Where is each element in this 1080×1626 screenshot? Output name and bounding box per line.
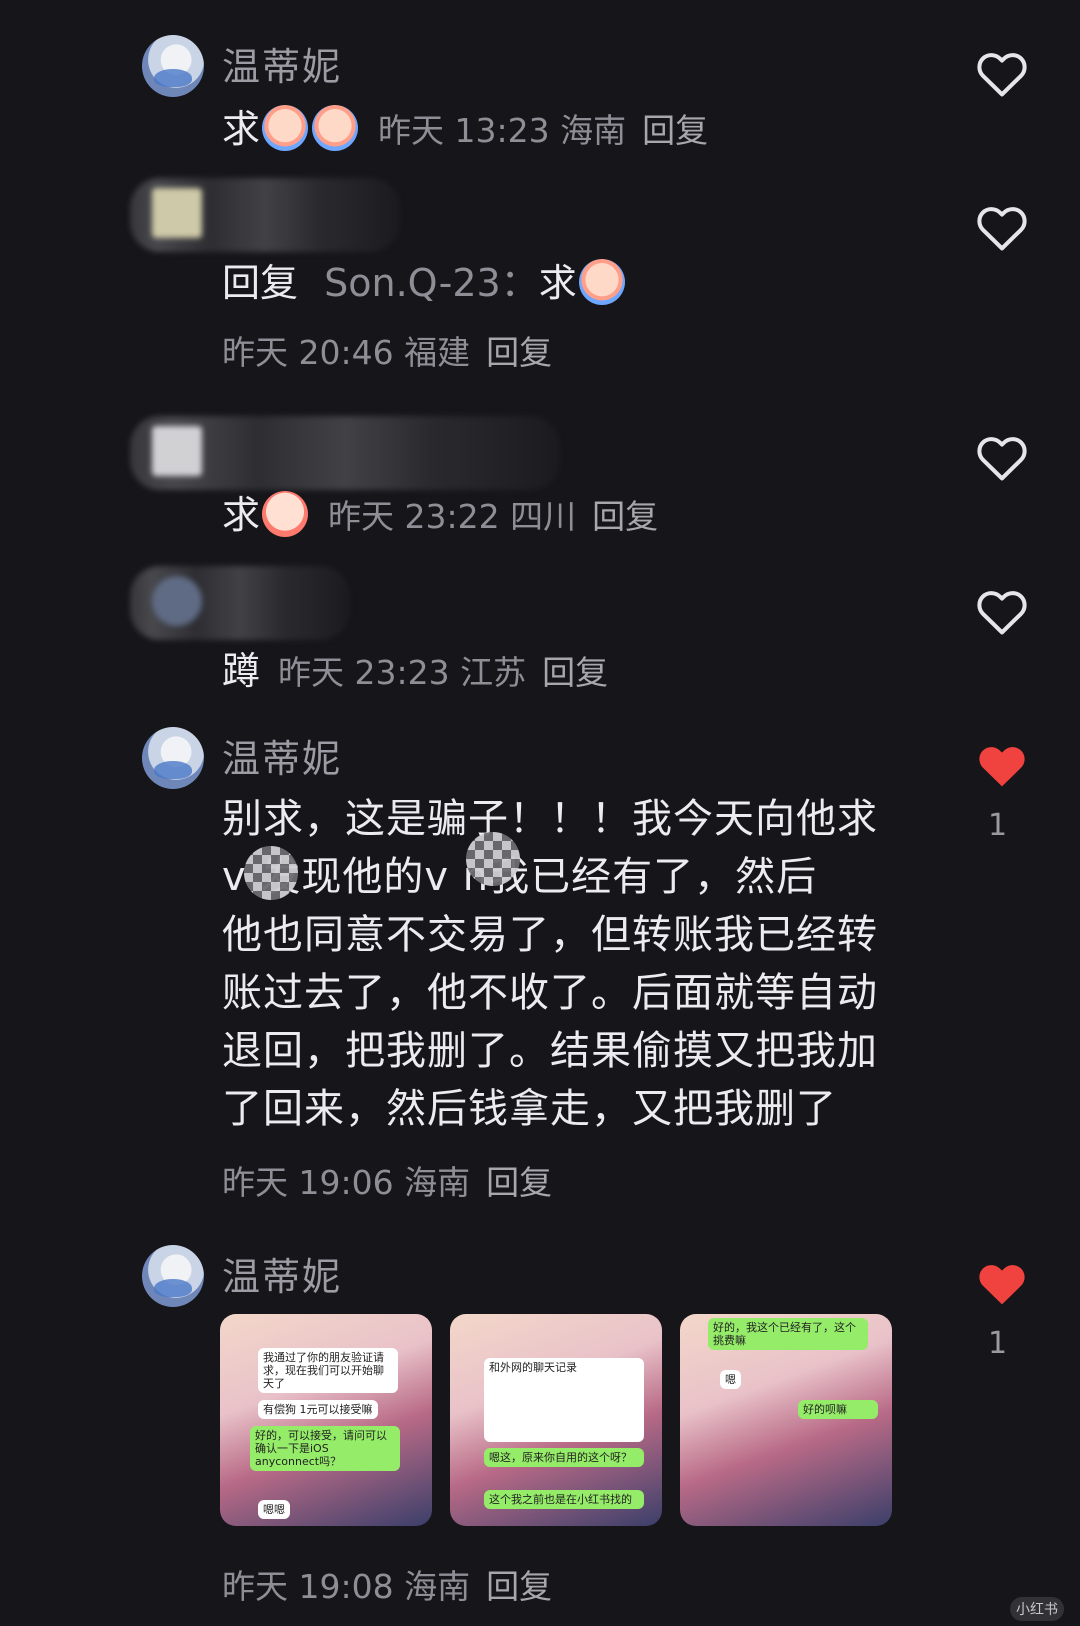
- chat-bubble: 好的，可以接受，请问可以确认一下是iOS anyconnect吗？: [250, 1426, 400, 1471]
- avatar[interactable]: [142, 1245, 204, 1307]
- location: 海南: [560, 111, 627, 150]
- chat-bubble: 和外网的聊天记录: [484, 1358, 644, 1442]
- chat-bubble: 嗯: [720, 1370, 741, 1389]
- chat-bubble: 这个我之前也是在小红书找的: [484, 1490, 644, 1509]
- comment-body: 求: [222, 107, 261, 151]
- comment-line: 了回来，然后钱拿走，又把我删了: [222, 1086, 837, 1132]
- username[interactable]: 温蒂妮: [222, 728, 342, 783]
- heart-filled-icon[interactable]: [975, 740, 1029, 790]
- chat-bubble: 好的呗嘛: [798, 1400, 878, 1419]
- comment-body: 别求，这是骗子！！！我今天向他求 v 发现他的v n我已经有了，然后 他也同意不…: [222, 790, 912, 1138]
- comment-text: 蹲昨天 23:23 江苏 回复: [222, 640, 608, 695]
- location: 江苏: [460, 653, 527, 692]
- watermark: 小红书: [1010, 1597, 1064, 1621]
- chat-bubble: 嗯嗯: [258, 1500, 290, 1519]
- crying-emoji-icon: [578, 258, 625, 305]
- comment-body: 蹲: [222, 649, 261, 693]
- comment-body: 求: [538, 261, 577, 305]
- location: 福建: [404, 333, 471, 372]
- comment-line: 他也同意不交易了，但转账我已经转: [222, 912, 878, 958]
- timestamp: 昨天 19:06: [222, 1163, 394, 1202]
- blurred-user-info: [130, 416, 560, 490]
- username[interactable]: 温蒂妮: [222, 1246, 342, 1301]
- reply-prefix: 回复: [222, 261, 299, 305]
- comment-line: 别求，这是骗子！！！我今天向他求: [222, 796, 878, 842]
- comment-text: 回复 Son.Q-23：求: [222, 252, 627, 309]
- comment-text: 求 昨天 13:23 海南 回复: [222, 98, 708, 155]
- heart-filled-icon[interactable]: [975, 1258, 1029, 1308]
- blurred-user-info: [130, 178, 400, 252]
- like-count: 1: [988, 1326, 1008, 1361]
- comment-meta: 昨天 19:08 海南 回复: [222, 1560, 552, 1608]
- timestamp: 昨天 23:23: [278, 653, 450, 692]
- timestamp: 昨天 19:08: [222, 1567, 394, 1606]
- heart-outline-icon[interactable]: [975, 202, 1029, 252]
- comment-text: 求 昨天 23:22 四川 回复: [222, 484, 658, 541]
- censor-mosaic: [466, 832, 520, 886]
- heart-outline-icon[interactable]: [975, 586, 1029, 636]
- chat-bubble: 有偿狗 1元可以接受嘛: [258, 1400, 378, 1419]
- reply-button[interactable]: 回复: [486, 1163, 552, 1202]
- chat-bubble: 嗯这，原来你自用的这个呀？: [484, 1448, 644, 1467]
- kiss-emoji-icon: [262, 490, 309, 537]
- timestamp: 昨天 13:23: [378, 111, 550, 150]
- comment-line: 账过去了，他不收了。后面就等自动: [222, 970, 878, 1016]
- reply-to-user[interactable]: Son.Q-23：: [324, 261, 539, 305]
- chat-bubble: 我通过了你的朋友验证请求，现在我们可以开始聊天了: [258, 1348, 398, 1393]
- censor-mosaic: [244, 846, 298, 900]
- heart-outline-icon[interactable]: [975, 48, 1029, 98]
- chat-bubble: 好的，我这个已经有了，这个挑费嘛: [708, 1318, 868, 1350]
- reply-button[interactable]: 回复: [592, 497, 658, 536]
- location: 海南: [404, 1163, 471, 1202]
- image-thumbnail-3[interactable]: 好的，我这个已经有了，这个挑费嘛 嗯 好的呗嘛: [680, 1314, 892, 1526]
- timestamp: 昨天 23:22: [328, 497, 500, 536]
- reply-button[interactable]: 回复: [542, 653, 608, 692]
- username[interactable]: 温蒂妮: [222, 36, 342, 91]
- location: 海南: [404, 1567, 471, 1606]
- comment-line: v 发现他的v n我已经有了，然后: [222, 854, 818, 900]
- timestamp: 昨天 20:46: [222, 333, 394, 372]
- location: 四川: [510, 497, 577, 536]
- image-thumbnail-1[interactable]: 我通过了你的朋友验证请求，现在我们可以开始聊天了 有偿狗 1元可以接受嘛 好的，…: [220, 1314, 432, 1526]
- reply-button[interactable]: 回复: [486, 1567, 552, 1606]
- comment-line: 退回，把我删了。结果偷摸又把我加: [222, 1028, 878, 1074]
- avatar[interactable]: [142, 35, 204, 97]
- image-thumbnail-2[interactable]: 和外网的聊天记录 嗯这，原来你自用的这个呀？ 这个我之前也是在小红书找的: [450, 1314, 662, 1526]
- crying-emoji-icon: [262, 104, 309, 151]
- comment-meta: 昨天 20:46 福建 回复: [222, 326, 552, 374]
- comment-meta: 昨天 19:06 海南 回复: [222, 1156, 552, 1204]
- reply-button[interactable]: 回复: [642, 111, 708, 150]
- avatar[interactable]: [142, 727, 204, 789]
- crying-emoji-icon: [312, 104, 359, 151]
- heart-outline-icon[interactable]: [975, 432, 1029, 482]
- blurred-user-info: [130, 566, 350, 640]
- reply-button[interactable]: 回复: [486, 333, 552, 372]
- comment-body: 求: [222, 493, 261, 537]
- like-count: 1: [988, 808, 1008, 843]
